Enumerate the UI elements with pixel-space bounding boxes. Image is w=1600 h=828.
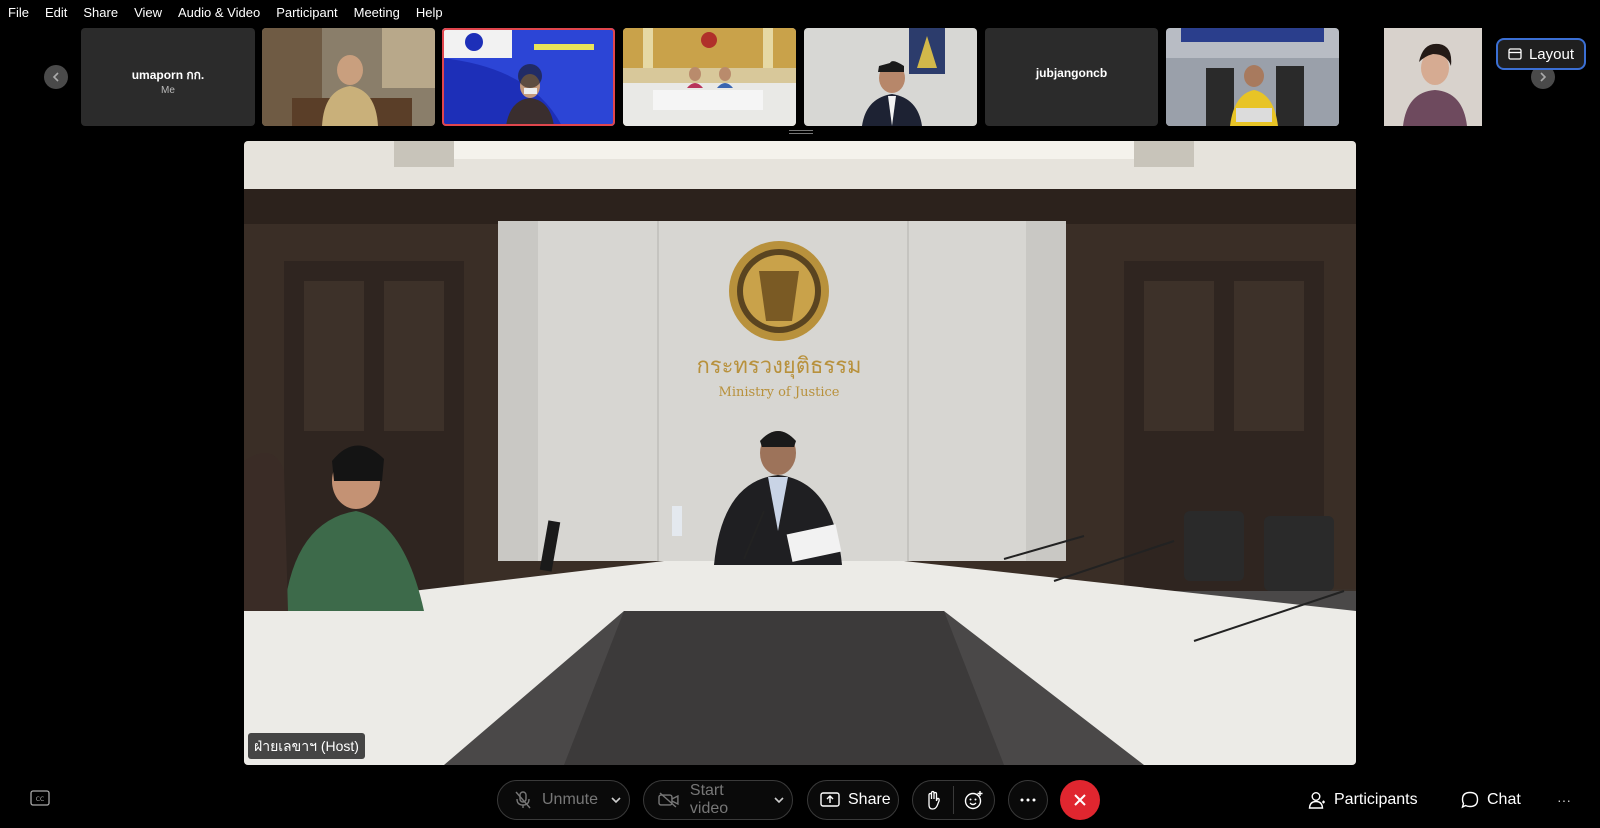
menu-help[interactable]: Help	[408, 0, 451, 26]
menu-edit[interactable]: Edit	[37, 0, 75, 26]
wall-sign-english: Ministry of Justice	[719, 385, 840, 400]
participant-tile[interactable]: jubjangoncb	[985, 28, 1158, 126]
menu-view[interactable]: View	[126, 0, 170, 26]
video-options-button[interactable]	[766, 780, 792, 820]
participant-video	[804, 28, 977, 126]
prev-page-button[interactable]	[44, 65, 68, 89]
more-options-button[interactable]	[1008, 780, 1048, 820]
unmute-control: Unmute	[497, 780, 630, 820]
chat-icon	[1461, 791, 1479, 809]
layout-label: Layout	[1528, 45, 1575, 63]
participant-video-tile[interactable]	[1347, 28, 1519, 126]
chevron-right-icon	[1540, 72, 1547, 82]
participant-video-tile[interactable]	[623, 28, 796, 126]
participant-video	[1166, 28, 1339, 126]
main-speaker-video: กระทรวงยุติธรรม Ministry of Justice ฝ่าย…	[244, 141, 1356, 765]
reactions-group	[912, 780, 995, 820]
share-label: Share	[848, 791, 891, 808]
chat-button[interactable]: Chat	[1461, 780, 1521, 820]
reactions-button[interactable]	[954, 780, 994, 820]
layout-button[interactable]: Layout	[1496, 38, 1586, 70]
menu-share[interactable]: Share	[75, 0, 126, 26]
meeting-toolbar: CC Unmute Start video Share Participants…	[0, 772, 1600, 828]
overflow-menu-label: ···	[1557, 792, 1571, 808]
audio-options-button[interactable]	[603, 780, 629, 820]
unmute-label: Unmute	[542, 791, 599, 808]
video-off-icon	[658, 792, 679, 808]
unmute-button[interactable]: Unmute	[498, 790, 603, 810]
participants-icon	[1308, 792, 1325, 809]
participant-video-tile-active[interactable]	[442, 28, 615, 126]
share-button[interactable]: Share	[807, 780, 899, 820]
participants-button[interactable]: Participants	[1308, 780, 1418, 820]
participant-me-label: Me	[161, 85, 175, 96]
start-video-button[interactable]: Start video	[644, 782, 766, 818]
chevron-down-icon	[774, 797, 784, 804]
meeting-room-video: กระทรวงยุติธรรม Ministry of Justice	[244, 141, 1356, 765]
participant-video-tile[interactable]	[1166, 28, 1339, 126]
menu-file[interactable]: File	[8, 0, 37, 26]
more-horizontal-icon	[1020, 798, 1036, 802]
resize-handle[interactable]	[789, 130, 813, 134]
menu-bar: File Edit Share View Audio & Video Parti…	[0, 0, 1600, 26]
wall-sign-thai: กระทรวงยุติธรรม	[696, 354, 861, 379]
video-control: Start video	[643, 780, 793, 820]
overflow-menu-button[interactable]: ···	[1557, 780, 1571, 820]
layout-icon	[1508, 48, 1522, 60]
participant-video	[262, 28, 435, 126]
share-screen-icon	[820, 792, 840, 807]
chevron-left-icon	[52, 72, 59, 82]
svg-text:CC: CC	[36, 796, 44, 803]
active-speaker-label: ฝ่ายเลขาฯ (Host)	[248, 733, 365, 759]
thumbnail-strip: umaporn กก. Me jubjangoncb	[0, 28, 1600, 126]
chat-label: Chat	[1487, 791, 1521, 808]
participant-video-tile[interactable]	[804, 28, 977, 126]
participant-video-tile[interactable]	[262, 28, 435, 126]
chevron-down-icon	[611, 797, 621, 804]
participant-tile-me[interactable]: umaporn กก. Me	[81, 28, 255, 126]
microphone-muted-icon	[515, 791, 531, 809]
menu-participant[interactable]: Participant	[268, 0, 345, 26]
raise-hand-button[interactable]	[913, 780, 953, 820]
participant-name: jubjangoncb	[1035, 66, 1108, 80]
participant-name: umaporn กก.	[131, 68, 205, 82]
raise-hand-icon	[928, 790, 940, 810]
captions-icon[interactable]: CC	[30, 790, 50, 806]
participant-video	[1347, 28, 1519, 126]
participant-video	[442, 28, 615, 126]
menu-meeting[interactable]: Meeting	[346, 0, 408, 26]
participants-label: Participants	[1334, 791, 1418, 808]
start-video-label: Start video	[689, 782, 729, 817]
emoji-add-icon	[964, 791, 983, 810]
close-icon	[1074, 794, 1086, 806]
leave-meeting-button[interactable]	[1060, 780, 1100, 820]
menu-audio-video[interactable]: Audio & Video	[170, 0, 268, 26]
participant-video	[623, 28, 796, 126]
